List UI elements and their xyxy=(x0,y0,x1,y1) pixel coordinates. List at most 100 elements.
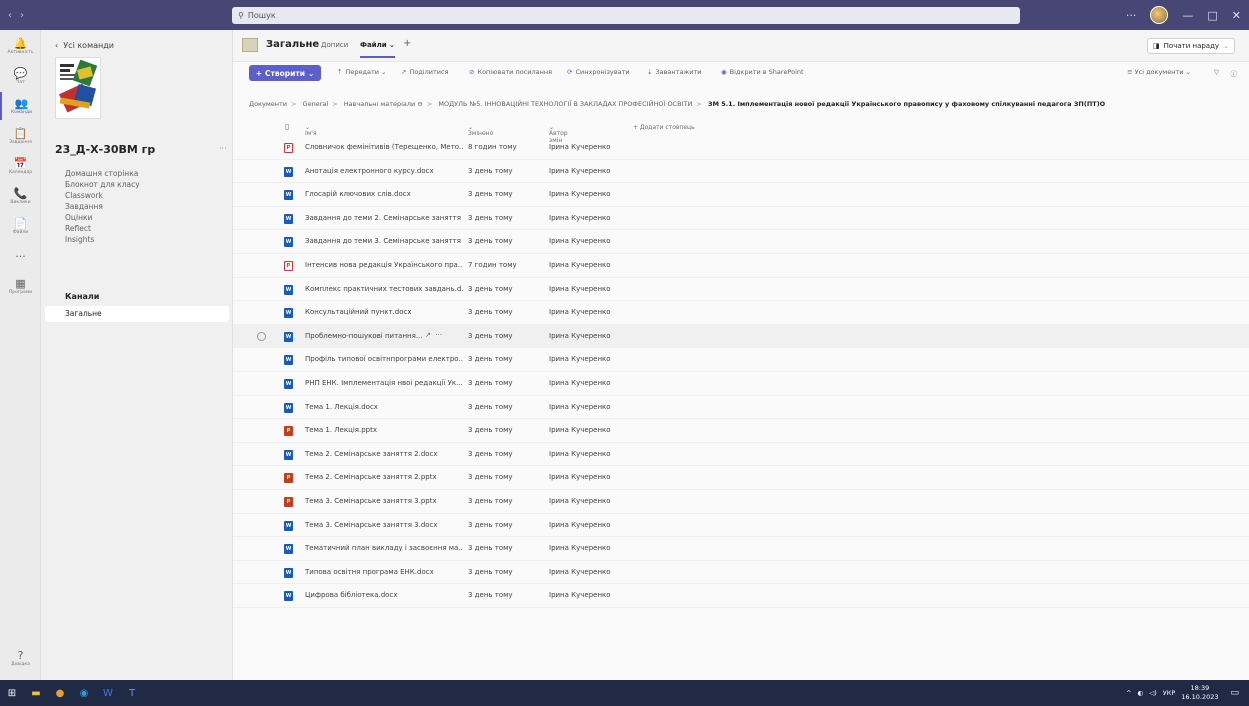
file-row[interactable]: P Тема 3. Семінарське заняття 3.pptx 3 ден… xyxy=(233,490,1249,514)
share-button[interactable]: ↗ Поділитися xyxy=(401,68,449,76)
breadcrumb-item[interactable]: Документи xyxy=(249,100,287,108)
column-name[interactable]: Ім'я ⌄ xyxy=(305,124,317,137)
file-row[interactable]: W Завдання до теми 2. Семінарське заняття… xyxy=(233,207,1249,231)
file-row[interactable]: W Глосарій ключових слів.docx 3 день тому І… xyxy=(233,183,1249,207)
rail-item-activity[interactable]: 🔔 Активність xyxy=(0,32,41,60)
file-row[interactable]: W Тема 2. Семінарське заняття 2.docx 3 ден… xyxy=(233,443,1249,467)
chevron-up-icon[interactable]: ^ xyxy=(1126,689,1131,697)
file-name[interactable]: Тема 3. Семінарське заняття 3.docx xyxy=(305,521,463,529)
info-icon[interactable]: ⓘ xyxy=(1231,68,1238,78)
file-name[interactable]: Глосарій ключових слів.docx xyxy=(305,190,463,198)
tab-posts[interactable]: Дописи xyxy=(321,41,348,49)
file-name[interactable]: Тема 1. Лекція.pptx xyxy=(305,426,463,434)
team-link-grades[interactable]: Оцінки xyxy=(65,213,140,224)
breadcrumb-item[interactable]: Навчальні матеріали xyxy=(344,100,416,108)
rail-item-files[interactable]: 📄 Файли xyxy=(0,212,41,240)
team-link-classwork[interactable]: Classwork xyxy=(65,191,140,202)
file-row[interactable]: W Анотація електронного курсу.docx 3 день … xyxy=(233,160,1249,184)
file-name[interactable]: Анотація електронного курсу.docx xyxy=(305,167,463,175)
volume-icon[interactable]: ◁) xyxy=(1149,689,1157,697)
open-sharepoint-button[interactable]: ◉ Відкрити в SharePoint xyxy=(721,68,804,76)
breadcrumb-item[interactable]: General xyxy=(303,100,329,108)
file-name[interactable]: Тема 3. Семінарське заняття 3.pptx xyxy=(305,497,463,505)
file-name[interactable]: Завдання до теми 3. Семінарське заняття … xyxy=(305,237,463,245)
windows-start-icon[interactable]: ⊞ xyxy=(0,680,24,706)
rail-item-teams[interactable]: 👥 Команди xyxy=(0,92,41,120)
team-link-assignments[interactable]: Завдання xyxy=(65,202,140,213)
column-modified[interactable]: Змінено ⌄ xyxy=(468,124,493,137)
team-link-home[interactable]: Домашня сторінка xyxy=(65,169,140,180)
row-select-checkbox[interactable] xyxy=(257,331,266,341)
view-selector[interactable]: ≡ Усі документи ⌄ xyxy=(1127,68,1191,76)
file-name[interactable]: Завдання до теми 2. Семінарське заняття … xyxy=(305,214,463,222)
rail-item-calendar[interactable]: 📅 Календар xyxy=(0,152,41,180)
breadcrumb-item[interactable]: МОДУЛЬ №5. ІННОВАЦІЙНІ ТЕХНОЛОГІЇ В ЗАКЛ… xyxy=(438,100,692,108)
file-row[interactable]: W Тема 3. Семінарське заняття 3.docx 3 ден… xyxy=(233,514,1249,538)
team-link-reflect[interactable]: Reflect xyxy=(65,224,140,235)
file-name[interactable]: Цифрова бібліотека.docx xyxy=(305,591,463,599)
file-row[interactable]: W Завдання до теми 3. Семінарське заняття… xyxy=(233,230,1249,254)
download-button[interactable]: ⇣ Завантажити xyxy=(647,68,702,76)
start-meeting-button[interactable]: ◨ Почати нараду ⌄ xyxy=(1147,38,1235,54)
close-button[interactable]: ✕ xyxy=(1232,9,1241,22)
teams-taskbar-icon[interactable]: T xyxy=(120,680,144,706)
clock[interactable]: 18:39 16.10.2023 xyxy=(1181,684,1218,702)
add-tab-button[interactable]: + xyxy=(403,38,411,49)
file-row[interactable]: W Типова освітня програма ЕНК.docx 3 день … xyxy=(233,561,1249,585)
file-name[interactable]: Словничок фемінітивів (Терещенко, Мето..… xyxy=(305,143,463,151)
file-type-icon[interactable]: ▯ xyxy=(285,122,289,131)
file-name[interactable]: Консультаційний пункт.docx xyxy=(305,308,463,316)
file-row[interactable]: W Комплекс практичних тестових завдань.d.… xyxy=(233,278,1249,302)
file-row[interactable]: P Інтенсив нова редакція Українського пра… xyxy=(233,254,1249,278)
rail-more[interactable]: ··· xyxy=(0,242,41,270)
avatar[interactable] xyxy=(1150,6,1169,24)
back-arrow-icon[interactable]: ‹ xyxy=(8,10,12,21)
all-teams-link[interactable]: ‹ Усі команди xyxy=(55,41,114,50)
search-input[interactable]: ⚲ Пошук xyxy=(232,7,1020,24)
forward-arrow-icon[interactable]: › xyxy=(20,10,24,21)
file-name[interactable]: Типова освітня програма ЕНК.docx xyxy=(305,568,463,576)
file-name[interactable]: РНП ЕНК. Імплементація нвоі редакції Ук.… xyxy=(305,379,463,387)
rail-item-apps[interactable]: ▦ Програми xyxy=(0,272,41,300)
team-link-notebook[interactable]: Блокнот для класу xyxy=(65,180,140,191)
file-row[interactable]: W Консультаційний пункт.docx 3 день тому Ір… xyxy=(233,301,1249,325)
tab-files[interactable]: Файли ⌄ xyxy=(360,41,395,58)
file-row[interactable]: P Тема 2. Семінарське заняття 2.pptx 3 ден… xyxy=(233,466,1249,490)
file-row[interactable]: P Словничок фемінітивів (Терещенко, Мето.… xyxy=(233,136,1249,160)
wifi-icon[interactable]: ◐ xyxy=(1138,689,1144,697)
rail-item-chat[interactable]: 💬 Чат xyxy=(0,62,41,90)
file-name[interactable]: Комплекс практичних тестових завдань.d..… xyxy=(305,285,463,293)
more-options-icon[interactable]: ··· xyxy=(1126,9,1137,22)
move-button[interactable]: ⇡ Передати ⌄ xyxy=(337,68,386,76)
file-explorer-icon[interactable]: ▬ xyxy=(24,680,48,706)
file-row[interactable]: W РНП ЕНК. Імплементація нвоі редакції Ук… xyxy=(233,372,1249,396)
file-row[interactable]: P Тема 1. Лекція.pptx 3 день тому Ірина Куч… xyxy=(233,419,1249,443)
channel-item-general[interactable]: Загальне xyxy=(45,306,229,322)
share-icon[interactable]: ↗ xyxy=(425,331,431,339)
file-name[interactable]: Профіль типової освітнпрограми електро..… xyxy=(305,355,463,363)
chrome-icon[interactable]: ● xyxy=(48,680,72,706)
sync-button[interactable]: ⟳ Синхронізувати xyxy=(567,68,630,76)
file-name[interactable]: Тема 1. Лекція.docx xyxy=(305,403,463,411)
file-row[interactable]: W Проблемно-пошукові питання... ↗ ··· 3 ден… xyxy=(233,324,1249,349)
word-icon[interactable]: W xyxy=(96,680,120,706)
rail-item-help[interactable]: ? Довідка xyxy=(0,644,41,672)
file-name[interactable]: Інтенсив нова редакція Українського пра.… xyxy=(305,261,463,269)
team-link-insights[interactable]: Insights xyxy=(65,235,140,246)
minimize-button[interactable]: — xyxy=(1182,9,1193,22)
file-row[interactable]: W Профіль типової освітнпрограми електро.… xyxy=(233,348,1249,372)
file-row[interactable]: W Цифрова бібліотека.docx 3 день тому Ірина… xyxy=(233,584,1249,608)
team-more-icon[interactable]: ··· xyxy=(219,144,227,153)
copy-link-button[interactable]: ⊘ Копіювати посилання xyxy=(469,68,552,76)
file-row[interactable]: W Тематичний план викладу і засвоєння ма.… xyxy=(233,537,1249,561)
maximize-button[interactable]: □ xyxy=(1207,9,1217,22)
column-author[interactable]: Автор змін ⌄ xyxy=(549,124,568,144)
file-name[interactable]: Тема 2. Семінарське заняття 2.pptx xyxy=(305,473,463,481)
rail-item-assignments[interactable]: 📋 Завдання xyxy=(0,122,41,150)
file-name[interactable]: Тематичний план викладу і засвоєння ма..… xyxy=(305,544,463,552)
more-options-icon[interactable]: ··· xyxy=(435,331,442,339)
edge-icon[interactable]: ◉ xyxy=(72,680,96,706)
filter-icon[interactable]: ▽ xyxy=(1214,68,1219,76)
create-button[interactable]: + Створити ⌄ xyxy=(249,65,321,81)
rail-item-calls[interactable]: 📞 Виклики xyxy=(0,182,41,210)
